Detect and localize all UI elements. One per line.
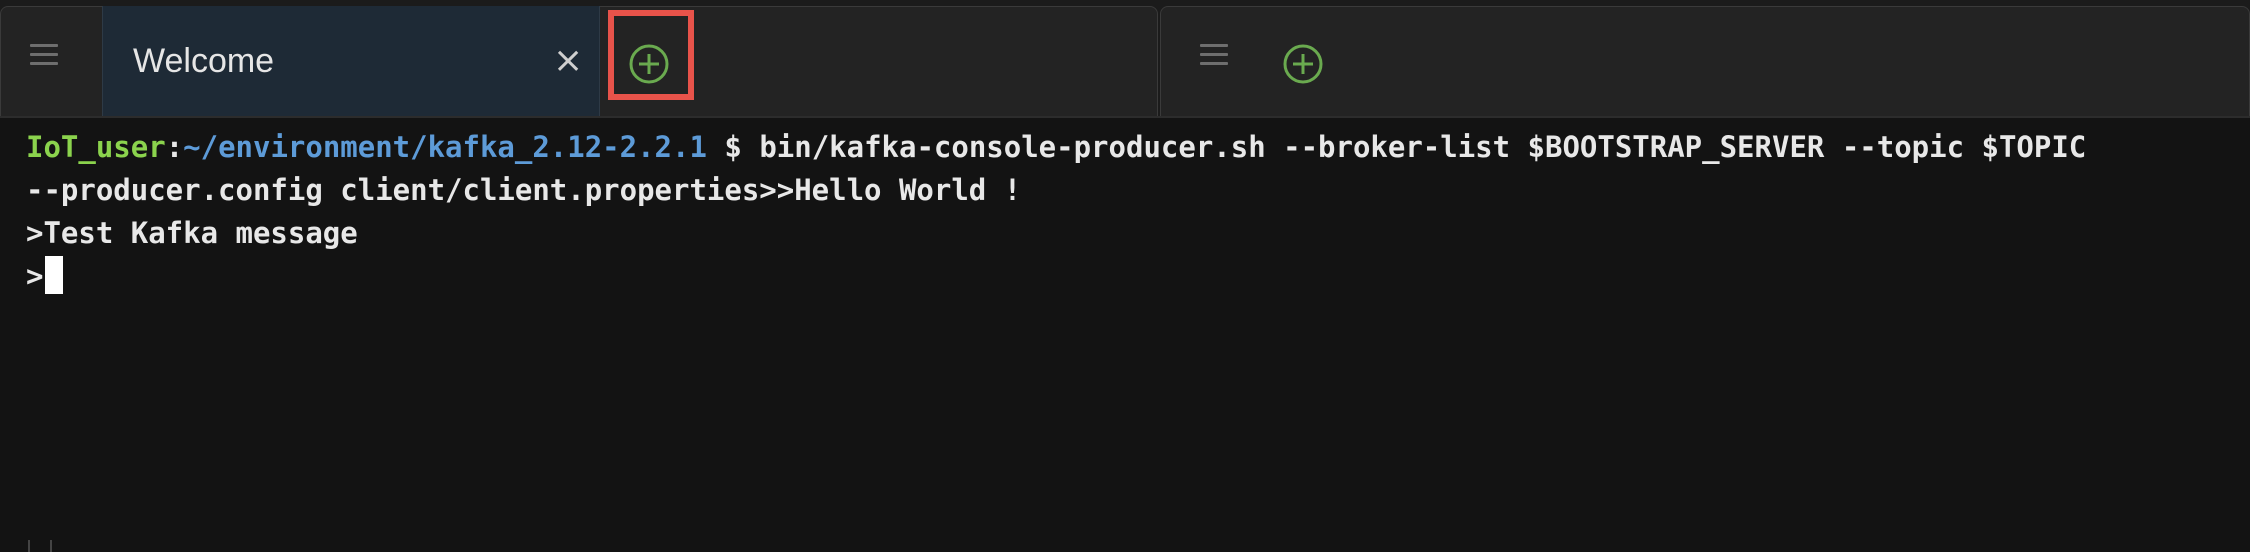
right-pane-add-tab-plus-circle-icon[interactable] [1281, 42, 1325, 86]
highlight-box [608, 10, 694, 100]
left-pane-menu-icon[interactable] [30, 44, 58, 68]
prompt-separator: : [165, 130, 184, 164]
terminal-line-2: --producer.config client/client.properti… [26, 173, 1022, 207]
tab-welcome[interactable]: Welcome × [102, 6, 600, 116]
input-prompt: > [26, 259, 44, 293]
tab-bar: Welcome × [0, 0, 2250, 116]
command-text: $ bin/kafka-console-producer.sh --broker… [706, 130, 2087, 164]
terminal-line-4: > [26, 255, 2250, 298]
menu-line [1200, 44, 1228, 47]
menu-line [1200, 53, 1228, 56]
menu-line [30, 62, 58, 65]
terminal-output[interactable]: IoT_user:~/environment/kafka_2.12-2.2.1 … [0, 116, 2250, 552]
prompt-path: ~/environment/kafka_2.12-2.2.1 [183, 130, 707, 164]
prompt-user: IoT_user [26, 130, 166, 164]
terminal-line-1: IoT_user:~/environment/kafka_2.12-2.2.1 … [26, 126, 2250, 169]
text-cursor [45, 256, 64, 294]
menu-line [1200, 62, 1228, 65]
terminal-line-3: >Test Kafka message [26, 216, 358, 250]
tab-close-icon[interactable]: × [553, 40, 583, 81]
menu-line [30, 53, 58, 56]
menu-line [30, 44, 58, 47]
right-pane-menu-icon[interactable] [1200, 44, 1228, 68]
tab-title: Welcome [133, 42, 275, 80]
resize-handle[interactable] [28, 540, 52, 552]
